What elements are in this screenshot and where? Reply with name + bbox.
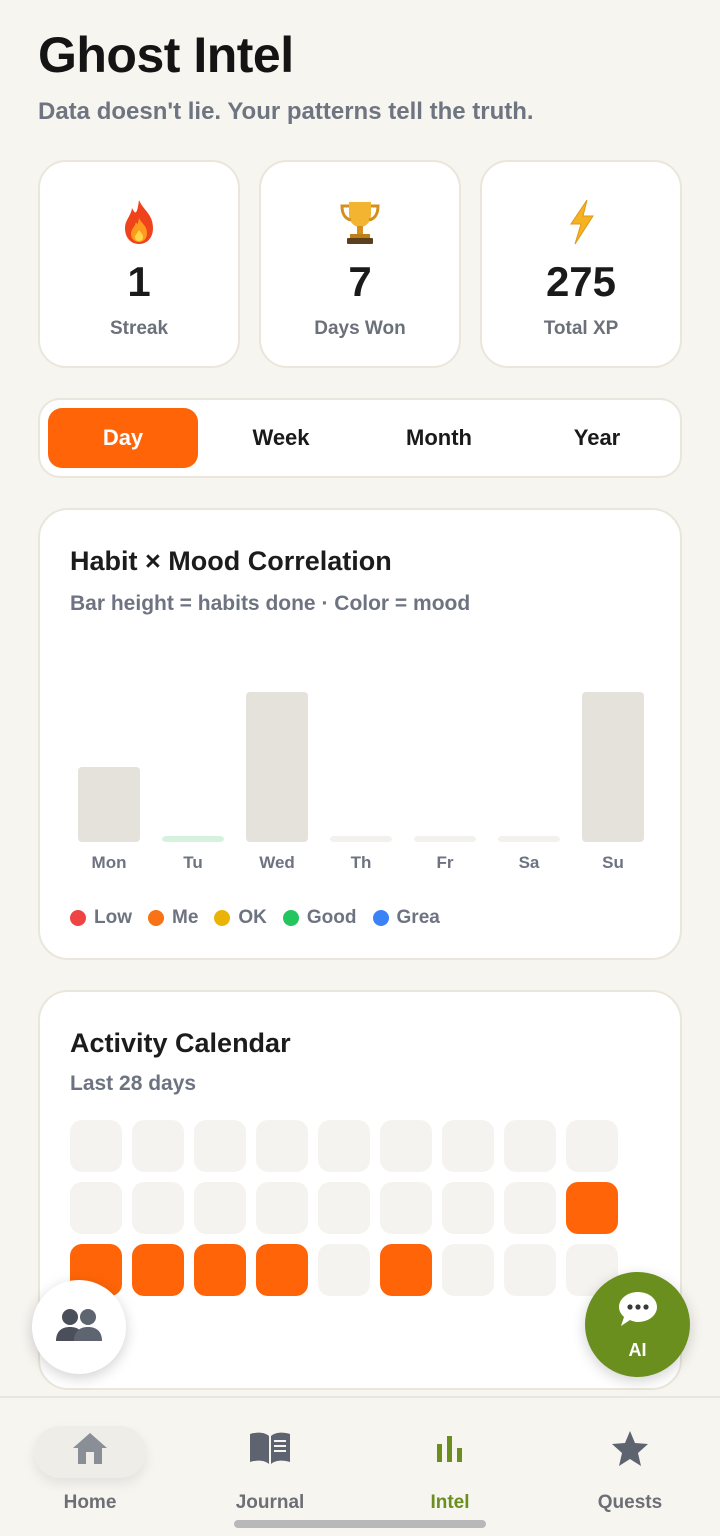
stat-value: 7 bbox=[348, 258, 372, 305]
x-tick-label: Wed bbox=[259, 853, 295, 872]
gesture-handle bbox=[234, 1520, 486, 1528]
calendar-day-cell bbox=[442, 1244, 494, 1296]
ai-chat-button[interactable]: AI bbox=[585, 1272, 690, 1377]
chart-bar bbox=[582, 692, 644, 842]
period-tabs: Day Week Month Year bbox=[38, 398, 682, 478]
trophy-icon bbox=[261, 198, 459, 246]
stat-card-streak: 1 Streak bbox=[38, 160, 240, 368]
stat-label: Total XP bbox=[543, 318, 619, 339]
calendar-day-cell bbox=[194, 1120, 246, 1172]
calendar-day-cell bbox=[442, 1120, 494, 1172]
calendar-day-cell bbox=[194, 1244, 246, 1296]
legend-item: Me bbox=[148, 907, 198, 929]
calendar-day-cell bbox=[504, 1182, 556, 1234]
legend-label: OK bbox=[238, 907, 267, 928]
nav-quests[interactable]: Quests bbox=[540, 1426, 720, 1516]
legend-label: Low bbox=[94, 907, 132, 928]
calendar-day-cell bbox=[70, 1182, 122, 1234]
chart-bar bbox=[330, 836, 392, 842]
chart-legend: Low Me OK Good Grea bbox=[70, 904, 456, 932]
star-icon bbox=[540, 1426, 720, 1470]
friends-button[interactable] bbox=[32, 1280, 126, 1374]
stats-row: 1 Streak 7 Days Won 275 Total XP bbox=[38, 160, 682, 368]
calendar-day-cell bbox=[318, 1182, 370, 1234]
tab-year[interactable]: Year bbox=[522, 408, 672, 468]
tab-day[interactable]: Day bbox=[48, 408, 198, 468]
x-tick-label: Fr bbox=[437, 853, 454, 872]
book-icon bbox=[180, 1426, 360, 1470]
x-tick-label: Su bbox=[602, 853, 624, 872]
chart-bar bbox=[162, 836, 224, 842]
stat-label: Streak bbox=[109, 318, 169, 339]
legend-dot bbox=[148, 910, 164, 926]
home-icon bbox=[0, 1426, 180, 1470]
calendar-subtitle: Last 28 days bbox=[70, 1072, 197, 1095]
calendar-day-cell bbox=[380, 1244, 432, 1296]
legend-item: Grea bbox=[372, 907, 440, 929]
legend-label: Me bbox=[172, 907, 199, 928]
habit-mood-bar-chart: Mon Tu Wed Th Fr Sa Su bbox=[78, 692, 644, 872]
stat-card-total-xp: 275 Total XP bbox=[480, 160, 682, 368]
x-tick-label: Sa bbox=[519, 853, 540, 872]
calendar-day-cell bbox=[256, 1244, 308, 1296]
legend-label: Good bbox=[306, 907, 357, 928]
legend-item: Good bbox=[282, 907, 357, 929]
legend-dot bbox=[214, 910, 231, 926]
calendar-day-cell bbox=[380, 1120, 432, 1172]
chart-bar bbox=[414, 836, 476, 842]
two-people-icon bbox=[53, 1305, 105, 1350]
chart-bar bbox=[246, 692, 308, 842]
chat-bubble-icon bbox=[616, 1289, 660, 1334]
legend-item: Low bbox=[70, 907, 132, 929]
calendar-day-cell bbox=[70, 1120, 122, 1172]
calendar-day-cell bbox=[256, 1182, 308, 1234]
calendar-day-cell bbox=[442, 1182, 494, 1234]
page-title: Ghost Intel bbox=[38, 27, 294, 83]
calendar-day-cell bbox=[132, 1120, 184, 1172]
stat-value: 275 bbox=[545, 258, 617, 305]
chart-bar bbox=[498, 836, 560, 842]
calendar-day-cell bbox=[318, 1244, 370, 1296]
page-subtitle: Data doesn't lie. Your patterns tell the… bbox=[38, 98, 534, 125]
calendar-day-cell bbox=[504, 1120, 556, 1172]
fire-icon bbox=[40, 198, 238, 246]
ai-label: AI bbox=[628, 1339, 647, 1360]
lightning-icon bbox=[482, 198, 680, 246]
calendar-day-cell bbox=[318, 1120, 370, 1172]
calendar-title: Activity Calendar bbox=[70, 1028, 291, 1058]
stat-card-days-won: 7 Days Won bbox=[259, 160, 461, 368]
calendar-day-cell bbox=[256, 1120, 308, 1172]
x-tick-label: Th bbox=[351, 853, 372, 872]
calendar-day-cell bbox=[566, 1182, 618, 1234]
stat-label: Days Won bbox=[314, 318, 406, 339]
calendar-day-cell bbox=[504, 1244, 556, 1296]
legend-dot bbox=[70, 910, 86, 926]
correlation-card: Habit × Mood Correlation Bar height = ha… bbox=[38, 508, 682, 960]
nav-journal[interactable]: Journal bbox=[180, 1426, 360, 1516]
calendar-day-cell bbox=[566, 1120, 618, 1172]
stat-value: 1 bbox=[127, 258, 151, 305]
nav-label: Journal bbox=[235, 1492, 305, 1513]
bar-chart-icon bbox=[360, 1426, 540, 1470]
nav-home[interactable]: Home bbox=[0, 1426, 180, 1516]
bottom-nav: Home Journal Intel Quests bbox=[0, 1396, 720, 1536]
tab-month[interactable]: Month bbox=[364, 408, 514, 468]
calendar-day-cell bbox=[132, 1182, 184, 1234]
legend-item: OK bbox=[214, 907, 267, 929]
nav-intel[interactable]: Intel bbox=[360, 1426, 540, 1516]
calendar-day-cell bbox=[380, 1182, 432, 1234]
nav-label: Intel bbox=[430, 1492, 470, 1513]
calendar-day-cell bbox=[194, 1182, 246, 1234]
tab-week[interactable]: Week bbox=[206, 408, 356, 468]
nav-label: Home bbox=[63, 1492, 117, 1513]
x-tick-label: Tu bbox=[183, 853, 203, 872]
nav-label: Quests bbox=[597, 1492, 663, 1513]
legend-label: Grea bbox=[396, 907, 440, 928]
legend-dot bbox=[282, 910, 299, 926]
x-tick-label: Mon bbox=[92, 853, 127, 872]
chart-bar bbox=[78, 767, 140, 842]
calendar-day-cell bbox=[132, 1244, 184, 1296]
legend-dot bbox=[372, 910, 389, 926]
